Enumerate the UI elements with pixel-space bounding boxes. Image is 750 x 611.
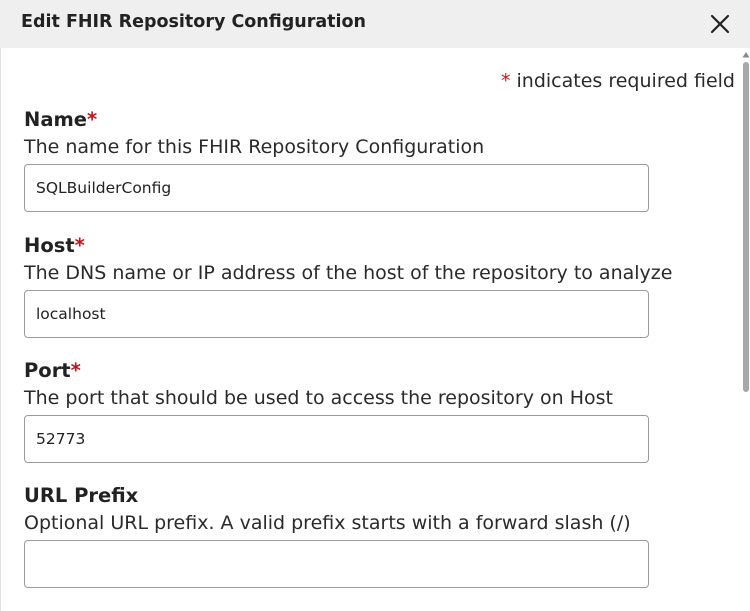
port-label-text: Port <box>24 359 71 382</box>
name-field-group: Name* The name for this FHIR Repository … <box>24 108 664 212</box>
url-prefix-label: URL Prefix <box>24 484 664 508</box>
scroll-up-arrow-icon[interactable] <box>742 51 750 59</box>
host-required-star: * <box>74 234 85 257</box>
dialog-title: Edit FHIR Repository Configuration <box>21 12 367 32</box>
url-prefix-label-text: URL Prefix <box>24 484 139 507</box>
close-button[interactable] <box>706 10 734 38</box>
host-input[interactable] <box>24 290 649 338</box>
url-prefix-input[interactable] <box>24 540 649 588</box>
name-required-star: * <box>87 108 98 131</box>
port-field-group: Port* The port that should be used to ac… <box>24 359 664 463</box>
port-required-star: * <box>70 359 81 382</box>
host-description: The DNS name or IP address of the host o… <box>24 262 673 284</box>
host-label-text: Host <box>24 234 75 257</box>
name-input[interactable] <box>24 164 649 212</box>
vertical-scrollbar[interactable] <box>742 48 750 611</box>
host-field-group: Host* The DNS name or IP address of the … <box>24 234 673 338</box>
port-label: Port* <box>24 359 664 383</box>
name-description: The name for this FHIR Repository Config… <box>24 136 485 158</box>
port-input[interactable] <box>24 415 649 463</box>
required-note-text: indicates required field <box>510 70 735 92</box>
close-icon <box>710 14 730 34</box>
name-label-text: Name <box>24 108 88 131</box>
host-label: Host* <box>24 234 664 258</box>
edit-configuration-dialog: Edit FHIR Repository Configuration * ind… <box>0 0 750 611</box>
required-field-note: * indicates required field <box>501 70 735 92</box>
dialog-header: Edit FHIR Repository Configuration <box>0 0 750 48</box>
name-label: Name* <box>24 108 664 132</box>
dialog-body: * indicates required field Name* The nam… <box>0 48 742 611</box>
scrollbar-thumb[interactable] <box>743 62 749 392</box>
url-prefix-description: Optional URL prefix. A valid prefix star… <box>24 512 631 534</box>
port-description: The port that should be used to access t… <box>24 387 613 409</box>
url-prefix-field-group: URL Prefix Optional URL prefix. A valid … <box>24 484 664 588</box>
